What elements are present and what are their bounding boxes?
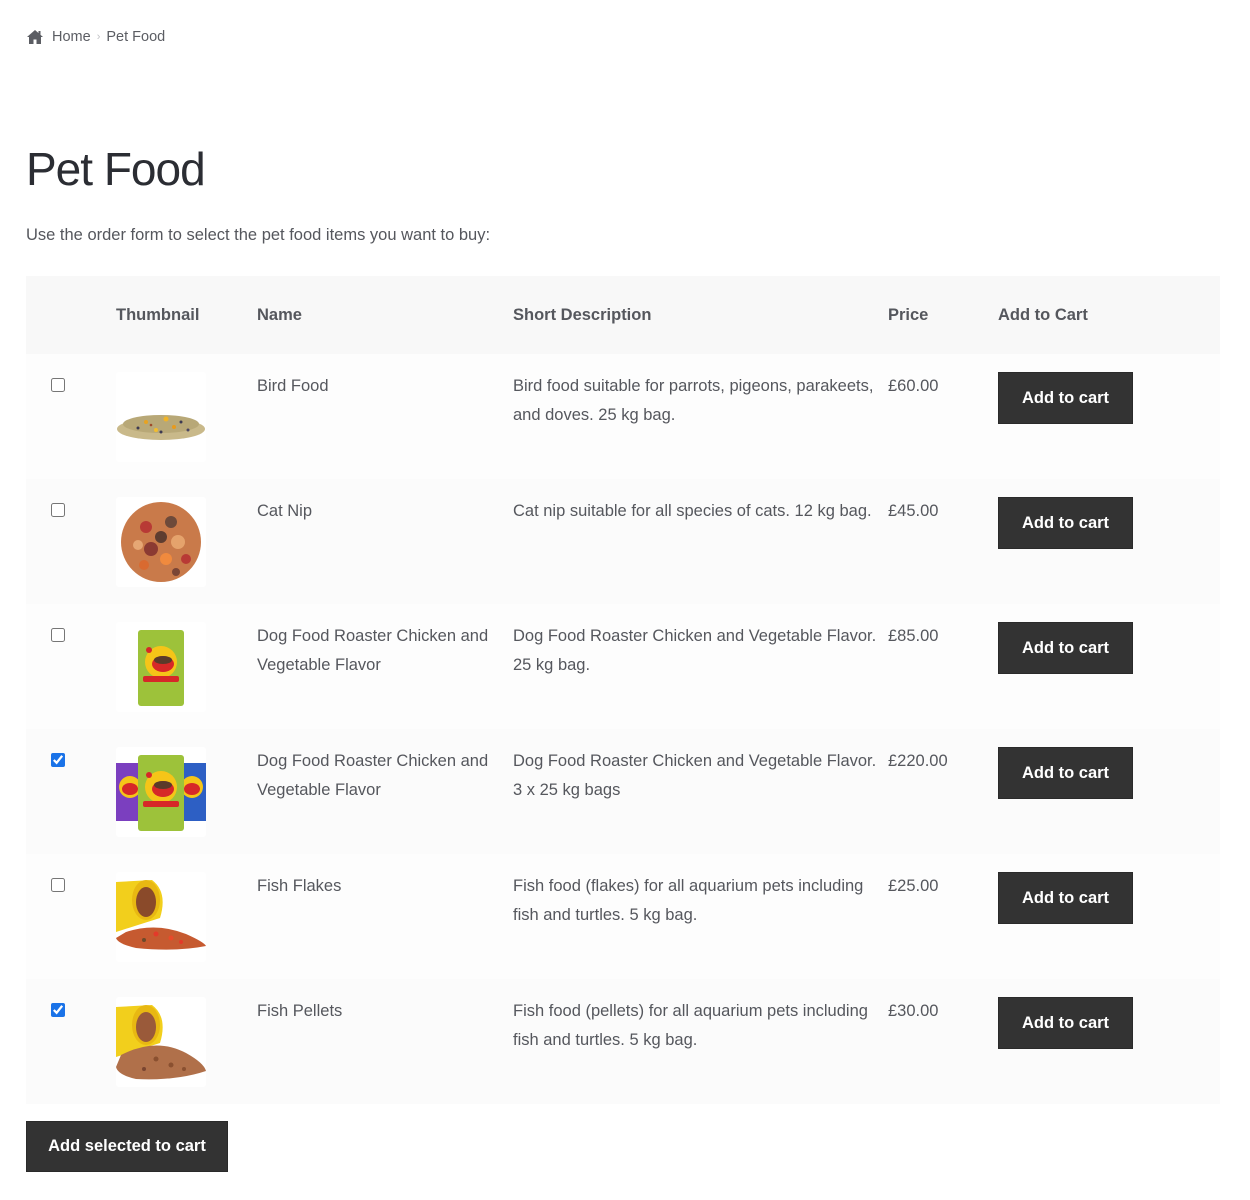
dog-food-three-bags-thumbnail[interactable] xyxy=(116,747,206,837)
table-row: Bird Food Bird food suitable for parrots… xyxy=(26,354,1220,479)
add-to-cart-button[interactable]: Add to cart xyxy=(998,372,1133,424)
add-to-cart-button[interactable]: Add to cart xyxy=(998,497,1133,549)
product-price: £85.00 xyxy=(888,627,939,645)
product-description: Dog Food Roaster Chicken and Vegetable F… xyxy=(513,627,877,674)
bird-food-thumbnail[interactable] xyxy=(116,372,206,462)
table-row: Dog Food Roaster Chicken and Vegetable F… xyxy=(26,604,1220,729)
table-row: Dog Food Roaster Chicken and Vegetable F… xyxy=(26,729,1220,854)
table-row: Fish Flakes Fish food (flakes) for all a… xyxy=(26,854,1220,979)
row-select-checkbox[interactable] xyxy=(51,378,65,392)
product-price: £25.00 xyxy=(888,877,939,895)
row-select-checkbox[interactable] xyxy=(51,878,65,892)
breadcrumb-current: Pet Food xyxy=(106,29,166,45)
product-price: £220.00 xyxy=(888,752,948,770)
product-price: £30.00 xyxy=(888,1002,939,1020)
order-form-table: Thumbnail Name Short Description Price A… xyxy=(26,276,1220,1104)
product-name[interactable]: Fish Flakes xyxy=(257,854,513,979)
header-description: Short Description xyxy=(513,305,652,324)
header-add-to-cart: Add to Cart xyxy=(998,305,1088,324)
dog-food-bag-thumbnail[interactable] xyxy=(116,622,206,712)
product-name[interactable]: Dog Food Roaster Chicken and Vegetable F… xyxy=(257,729,513,854)
product-name[interactable]: Cat Nip xyxy=(257,479,513,604)
header-price: Price xyxy=(888,305,929,324)
table-row: Cat Nip Cat nip suitable for all species… xyxy=(26,479,1220,604)
header-thumbnail: Thumbnail xyxy=(116,305,200,324)
add-to-cart-button[interactable]: Add to cart xyxy=(998,872,1133,924)
product-name[interactable]: Dog Food Roaster Chicken and Vegetable F… xyxy=(257,604,513,729)
product-price: £45.00 xyxy=(888,502,939,520)
add-to-cart-button[interactable]: Add to cart xyxy=(998,622,1133,674)
product-description: Fish food (pellets) for all aquarium pet… xyxy=(513,1002,868,1049)
fish-flakes-thumbnail[interactable] xyxy=(116,872,206,962)
fish-pellets-thumbnail[interactable] xyxy=(116,997,206,1087)
page-intro: Use the order form to select the pet foo… xyxy=(26,226,491,244)
product-name[interactable]: Fish Pellets xyxy=(257,979,513,1104)
add-to-cart-button[interactable]: Add to cart xyxy=(998,997,1133,1049)
header-name: Name xyxy=(257,305,302,324)
product-description: Cat nip suitable for all species of cats… xyxy=(513,502,872,520)
row-select-checkbox[interactable] xyxy=(51,503,65,517)
add-to-cart-button[interactable]: Add to cart xyxy=(998,747,1133,799)
breadcrumb: Home › Pet Food xyxy=(26,27,165,47)
home-icon[interactable] xyxy=(26,29,44,45)
product-description: Bird food suitable for parrots, pigeons,… xyxy=(513,377,874,424)
product-description: Dog Food Roaster Chicken and Vegetable F… xyxy=(513,752,877,799)
row-select-checkbox[interactable] xyxy=(51,753,65,767)
header-select xyxy=(26,276,116,354)
add-selected-to-cart-button[interactable]: Add selected to cart xyxy=(26,1121,228,1172)
table-header-row: Thumbnail Name Short Description Price A… xyxy=(26,276,1220,354)
table-row: Fish Pellets Fish food (pellets) for all… xyxy=(26,979,1220,1104)
breadcrumb-separator: › xyxy=(96,31,101,43)
product-name[interactable]: Bird Food xyxy=(257,354,513,479)
breadcrumb-home-link[interactable]: Home xyxy=(52,29,91,45)
product-description: Fish food (flakes) for all aquarium pets… xyxy=(513,877,864,924)
row-select-checkbox[interactable] xyxy=(51,628,65,642)
page-title: Pet Food xyxy=(26,143,206,195)
product-price: £60.00 xyxy=(888,377,939,395)
row-select-checkbox[interactable] xyxy=(51,1003,65,1017)
cat-nip-thumbnail[interactable] xyxy=(116,497,206,587)
